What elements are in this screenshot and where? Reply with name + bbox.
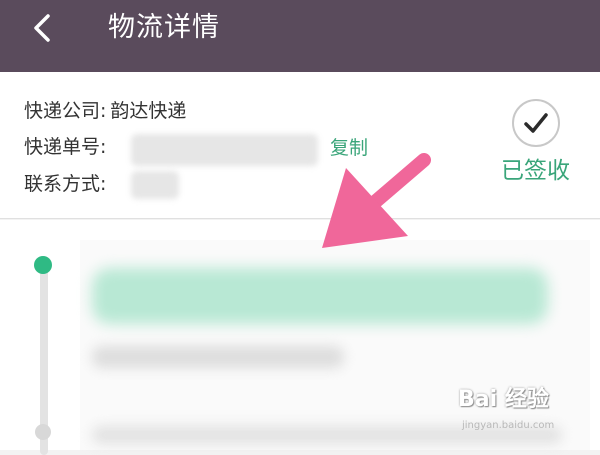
company-value: 韵达快递: [110, 100, 187, 122]
tracking-number-redacted: [131, 134, 318, 166]
pink-arrow-icon: [322, 153, 431, 248]
tracking-row: 快递单号:: [24, 134, 106, 160]
timeline-dot: [35, 424, 51, 440]
contact-redacted: [131, 171, 179, 199]
watermark-logo: Bai 经验: [458, 387, 549, 412]
top-bar: 物流详情: [0, 0, 600, 72]
contact-row: 联系方式:: [24, 171, 106, 197]
page-title: 物流详情: [108, 12, 220, 43]
watermark-url: jingyan.baidu.com: [462, 420, 555, 431]
back-button[interactable]: [24, 12, 64, 52]
company-row: 快递公司: 韵达快递: [24, 98, 186, 124]
back-chevron-icon: [34, 14, 50, 42]
company-label: 快递公司:: [24, 100, 107, 122]
contact-label: 联系方式:: [24, 173, 107, 195]
timeline-dot-current: [34, 256, 52, 274]
status-label: 已签收: [501, 158, 570, 184]
tracking-label: 快递单号:: [24, 136, 107, 158]
watermark: Bai 经验 jingyan.baidu.com: [458, 386, 598, 446]
check-circle-icon: [511, 98, 561, 148]
status-badge: 已签收: [498, 98, 573, 186]
event-time-redacted: [92, 346, 344, 368]
event-text-redacted: [92, 268, 548, 324]
